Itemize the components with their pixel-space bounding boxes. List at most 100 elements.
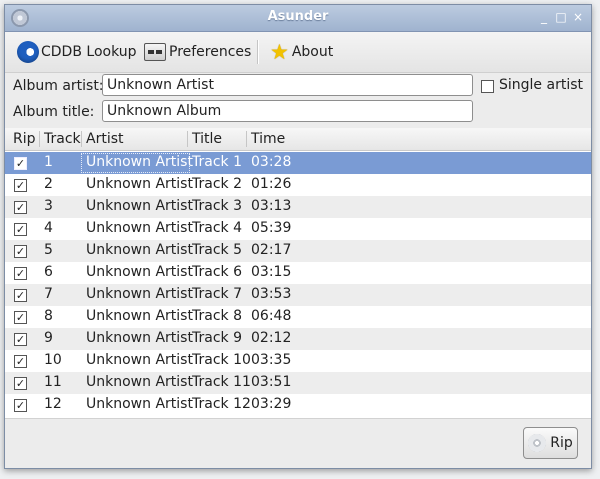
track-time: 03:53 xyxy=(251,286,292,302)
track-artist[interactable]: Unknown Artist xyxy=(86,286,193,302)
track-artist[interactable]: Unknown Artist xyxy=(86,154,193,170)
disc-icon xyxy=(528,434,547,452)
track-time: 02:12 xyxy=(251,330,292,346)
table-row[interactable]: ✓ 7 Unknown Artist Track 7 03:53 xyxy=(5,284,591,306)
toolbar-separator xyxy=(257,40,259,64)
track-title[interactable]: Track 8 xyxy=(192,308,242,324)
track-title[interactable]: Track 11 xyxy=(192,374,251,390)
column-separator[interactable] xyxy=(39,131,40,147)
rip-checkbox[interactable]: ✓ xyxy=(14,223,27,236)
track-number: 11 xyxy=(44,374,62,390)
single-artist-checkbox[interactable] xyxy=(481,80,494,93)
preferences-button[interactable]: Preferences xyxy=(144,38,251,66)
table-row[interactable]: ✓ 2 Unknown Artist Track 2 01:26 xyxy=(5,174,591,196)
table-row[interactable]: ✓ 4 Unknown Artist Track 4 05:39 xyxy=(5,218,591,240)
track-table: Rip Track Artist Title Time ✓ 1 Unknown … xyxy=(5,128,591,418)
close-button[interactable]: × xyxy=(571,10,585,24)
cddb-refresh-icon xyxy=(17,41,39,63)
album-artist-label: Album artist: xyxy=(13,78,104,94)
toolbar: CDDB Lookup Preferences ★ About xyxy=(5,32,591,73)
track-number: 9 xyxy=(44,330,53,346)
track-artist[interactable]: Unknown Artist xyxy=(86,352,193,368)
rip-checkbox[interactable]: ✓ xyxy=(14,267,27,280)
track-title[interactable]: Track 9 xyxy=(192,330,242,346)
table-row[interactable]: ✓ 11 Unknown Artist Track 11 03:51 xyxy=(5,372,591,394)
track-artist[interactable]: Unknown Artist xyxy=(86,374,193,390)
track-number: 2 xyxy=(44,176,53,192)
table-row[interactable]: ✓ 12 Unknown Artist Track 12 03:29 xyxy=(5,394,591,416)
track-artist[interactable]: Unknown Artist xyxy=(86,264,193,280)
column-header-track[interactable]: Track xyxy=(44,131,81,147)
track-artist[interactable]: Unknown Artist xyxy=(86,396,193,412)
action-bar: Rip xyxy=(5,418,591,468)
rip-checkbox[interactable]: ✓ xyxy=(14,377,27,390)
minimize-button[interactable]: _ xyxy=(537,10,551,24)
track-title[interactable]: Track 10 xyxy=(192,352,251,368)
track-number: 10 xyxy=(44,352,62,368)
rip-checkbox[interactable]: ✓ xyxy=(14,245,27,258)
column-header-title[interactable]: Title xyxy=(192,131,222,147)
track-time: 03:15 xyxy=(251,264,292,280)
about-button[interactable]: ★ About xyxy=(270,38,333,66)
rip-checkbox[interactable]: ✓ xyxy=(14,179,27,192)
track-artist[interactable]: Unknown Artist xyxy=(86,176,193,192)
album-artist-field[interactable] xyxy=(102,74,473,96)
maximize-button[interactable]: □ xyxy=(554,10,568,24)
cddb-lookup-button[interactable]: CDDB Lookup xyxy=(17,38,137,66)
table-row[interactable]: ✓ 9 Unknown Artist Track 9 02:12 xyxy=(5,328,591,350)
rip-button-label: Rip xyxy=(550,435,573,451)
track-title[interactable]: Track 7 xyxy=(192,286,242,302)
track-artist[interactable]: Unknown Artist xyxy=(86,242,193,258)
album-title-field[interactable] xyxy=(102,100,473,122)
single-artist-label: Single artist xyxy=(499,77,583,93)
window-title: Asunder xyxy=(267,9,329,24)
track-number: 7 xyxy=(44,286,53,302)
rip-button[interactable]: Rip xyxy=(523,427,578,459)
track-artist[interactable]: Unknown Artist xyxy=(86,308,193,324)
table-row[interactable]: ✓ 6 Unknown Artist Track 6 03:15 xyxy=(5,262,591,284)
table-row[interactable]: ✓ 1 Unknown Artist Track 1 03:28 xyxy=(5,152,591,174)
column-header-artist[interactable]: Artist xyxy=(86,131,124,147)
table-row[interactable]: ✓ 3 Unknown Artist Track 3 03:13 xyxy=(5,196,591,218)
rip-checkbox[interactable]: ✓ xyxy=(14,399,27,412)
title-bar[interactable]: Asunder _ □ × xyxy=(5,5,591,32)
track-number: 6 xyxy=(44,264,53,280)
about-label: About xyxy=(291,44,334,60)
rip-checkbox[interactable]: ✓ xyxy=(14,289,27,302)
column-separator[interactable] xyxy=(81,131,82,147)
rip-checkbox[interactable]: ✓ xyxy=(14,311,27,324)
album-title-label: Album title: xyxy=(13,104,95,120)
rip-checkbox[interactable]: ✓ xyxy=(14,333,27,346)
table-row[interactable]: ✓ 10 Unknown Artist Track 10 03:35 xyxy=(5,350,591,372)
column-separator[interactable] xyxy=(246,131,247,147)
track-number: 12 xyxy=(44,396,62,412)
track-time: 03:29 xyxy=(251,396,292,412)
track-time: 03:13 xyxy=(251,198,292,214)
table-row[interactable]: ✓ 8 Unknown Artist Track 8 06:48 xyxy=(5,306,591,328)
track-title[interactable]: Track 6 xyxy=(192,264,242,280)
track-time: 01:26 xyxy=(251,176,292,192)
track-artist[interactable]: Unknown Artist xyxy=(86,198,193,214)
asunder-window: Asunder _ □ × CDDB Lookup Preferences ★ … xyxy=(4,4,592,469)
star-icon: ★ xyxy=(270,40,289,64)
track-number: 4 xyxy=(44,220,53,236)
track-title[interactable]: Track 5 xyxy=(192,242,242,258)
track-title[interactable]: Track 3 xyxy=(192,198,242,214)
column-header-time[interactable]: Time xyxy=(251,131,285,147)
track-number: 3 xyxy=(44,198,53,214)
track-time: 03:51 xyxy=(251,374,292,390)
table-row[interactable]: ✓ 5 Unknown Artist Track 5 02:17 xyxy=(5,240,591,262)
rip-checkbox[interactable]: ✓ xyxy=(14,355,27,368)
cddb-lookup-label: CDDB Lookup xyxy=(41,44,137,60)
track-number: 8 xyxy=(44,308,53,324)
track-title[interactable]: Track 12 xyxy=(192,396,251,412)
track-title[interactable]: Track 1 xyxy=(192,154,242,170)
track-artist[interactable]: Unknown Artist xyxy=(86,330,193,346)
track-title[interactable]: Track 2 xyxy=(192,176,242,192)
rip-checkbox[interactable]: ✓ xyxy=(14,157,27,170)
track-title[interactable]: Track 4 xyxy=(192,220,242,236)
column-header-rip[interactable]: Rip xyxy=(13,131,36,147)
track-artist[interactable]: Unknown Artist xyxy=(86,220,193,236)
rip-checkbox[interactable]: ✓ xyxy=(14,201,27,214)
column-separator[interactable] xyxy=(187,131,188,147)
